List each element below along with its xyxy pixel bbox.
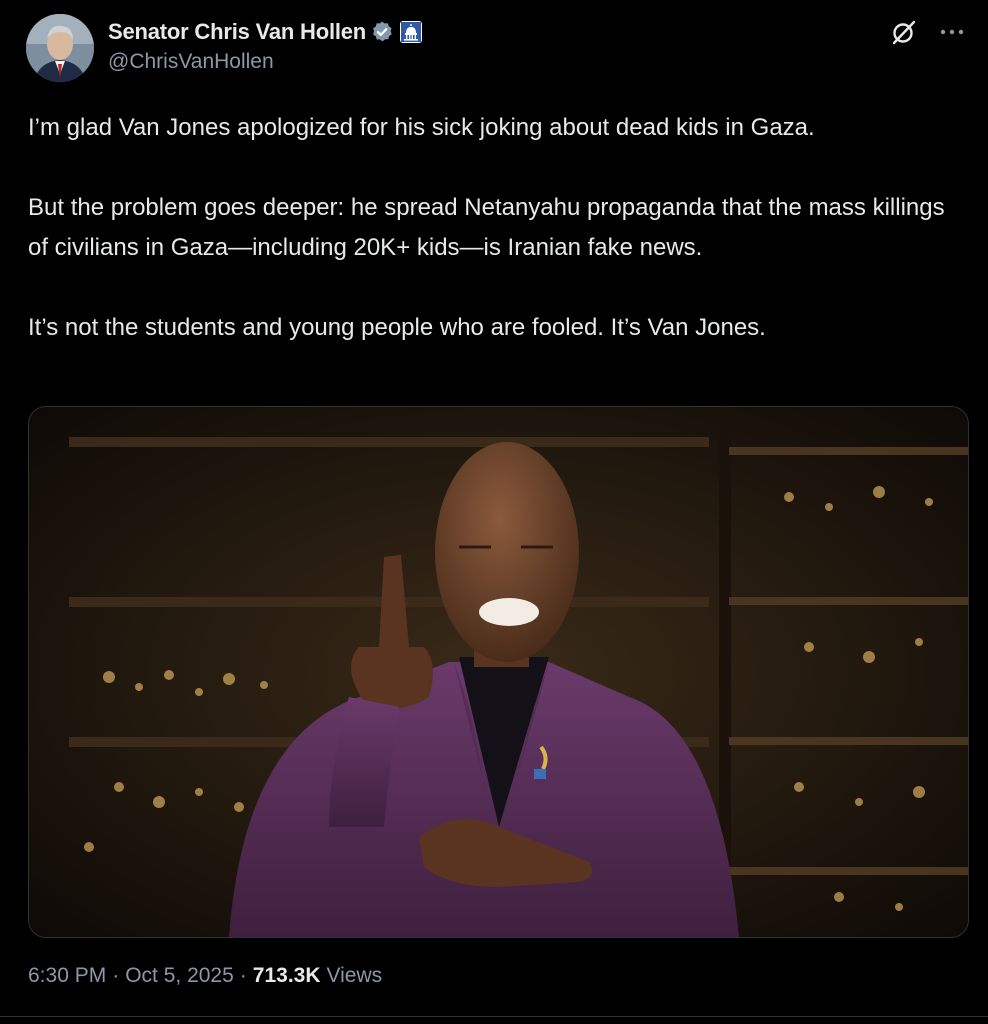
tweet-header: Senator Chris Van Hollen @ChrisVanHollen: [26, 14, 966, 84]
tweet-media-image[interactable]: [28, 406, 969, 938]
avatar[interactable]: [26, 14, 94, 82]
divider: [0, 1016, 988, 1017]
capitol-dome-icon[interactable]: [400, 21, 423, 43]
tweet-time[interactable]: 6:30 PM: [28, 964, 106, 988]
tweet-meta: 6:30 PM · Oct 5, 2025 · 713.3K Views: [28, 964, 382, 988]
author-info: Senator Chris Van Hollen @ChrisVanHollen: [108, 16, 423, 74]
views-label: Views: [326, 964, 383, 987]
name-row: Senator Chris Van Hollen: [108, 16, 423, 48]
tweet-paragraph: It’s not the students and young people w…: [28, 314, 766, 341]
tweet-text: I’m glad Van Jones apologized for his si…: [28, 108, 968, 388]
author-display-name[interactable]: Senator Chris Van Hollen: [108, 19, 366, 45]
header-actions: [890, 18, 966, 46]
tweet-date[interactable]: Oct 5, 2025: [125, 964, 234, 988]
separator: ·: [112, 964, 120, 987]
views-count[interactable]: 713.3K: [253, 964, 321, 988]
author-handle[interactable]: @ChrisVanHollen: [108, 50, 422, 74]
separator: ·: [239, 964, 247, 987]
tweet-paragraph: I’m glad Van Jones apologized for his si…: [28, 114, 815, 141]
verified-badge-icon: [370, 20, 394, 44]
tweet-paragraph: But the problem goes deeper: he spread N…: [28, 194, 945, 261]
more-options-icon[interactable]: [938, 18, 966, 46]
tweet-card: Senator Chris Van Hollen @ChrisVanHollen…: [0, 0, 988, 1024]
grok-icon[interactable]: [890, 18, 918, 46]
